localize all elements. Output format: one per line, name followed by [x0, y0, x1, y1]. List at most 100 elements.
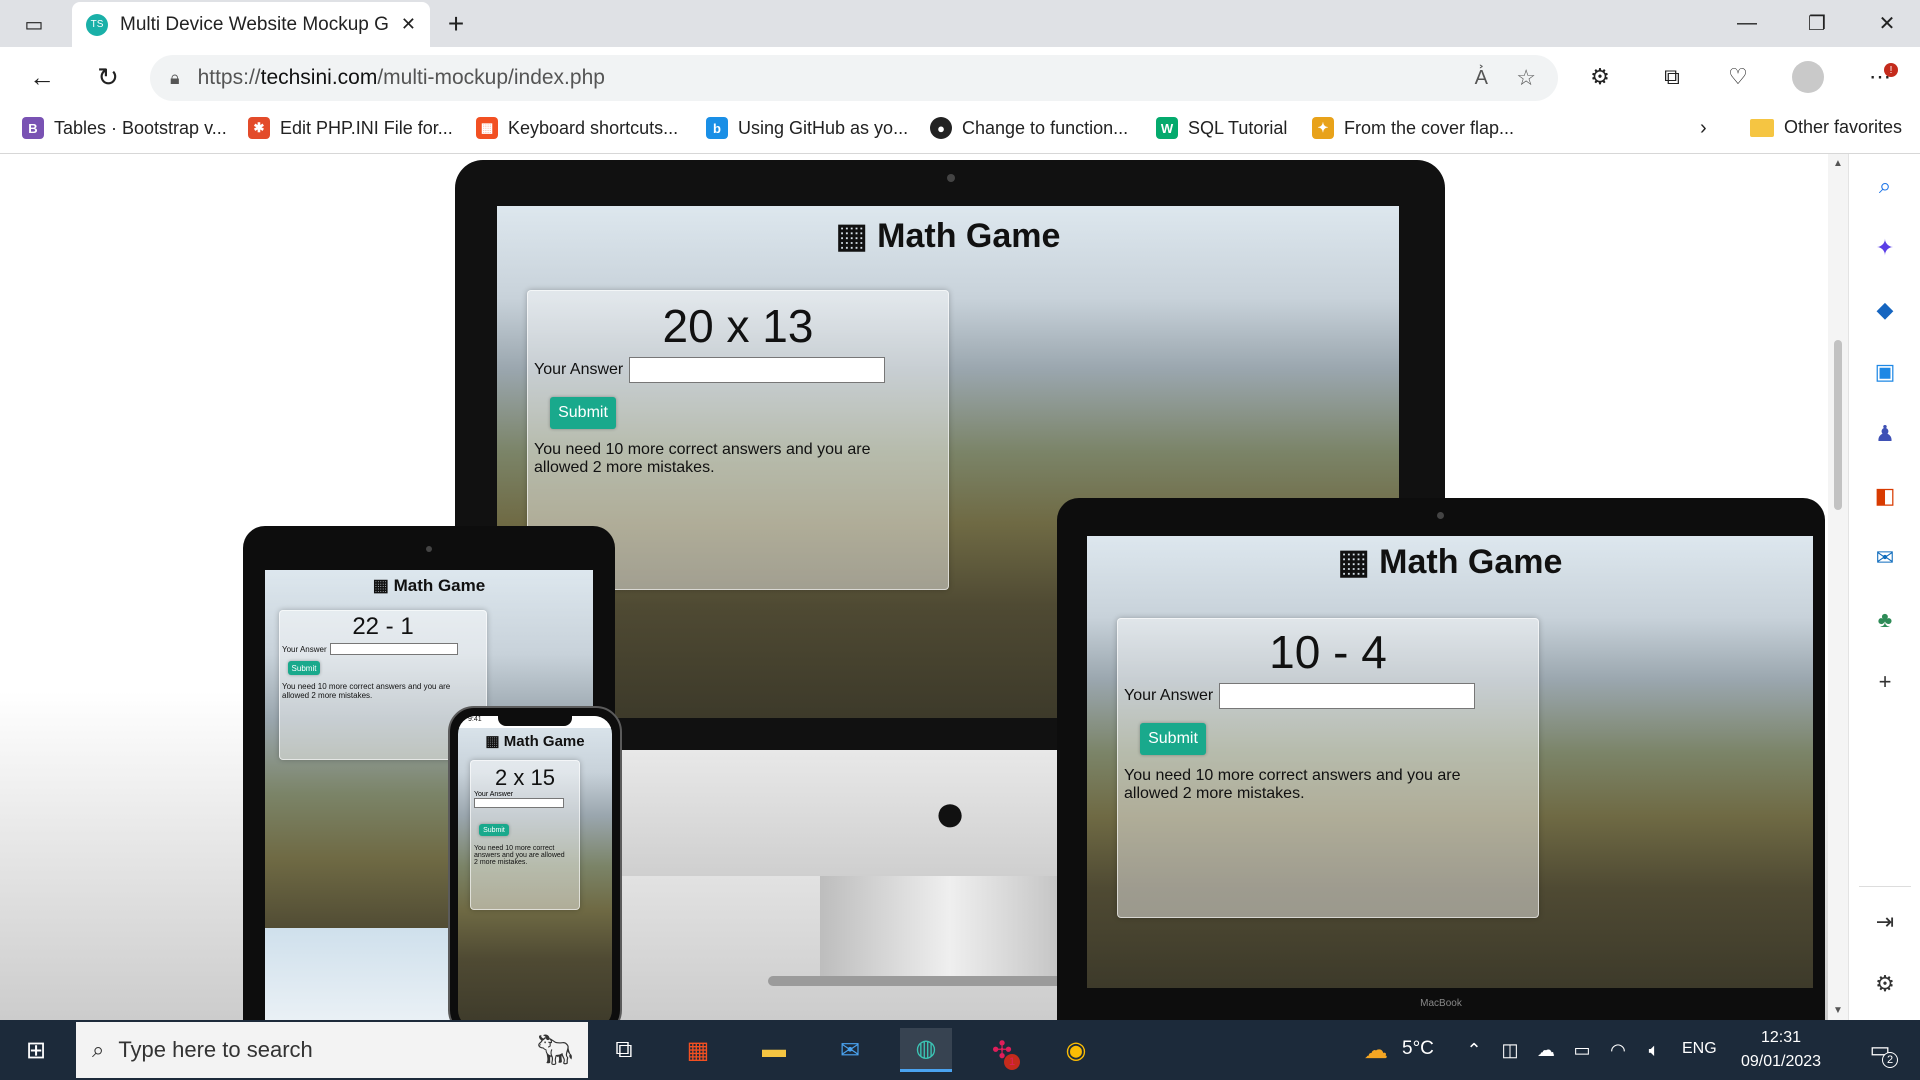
bookmarks-overflow-chevron-icon[interactable]: › — [1700, 117, 1707, 140]
ipad-app-title: ▦ Math Game — [372, 576, 486, 595]
iphone-status-bar: 9:41 — [458, 716, 612, 728]
taskbar-search-box[interactable]: ⌕ Type here to search 🐂︎ — [76, 1022, 588, 1078]
iphone-submit-button[interactable]: Submit — [479, 824, 509, 836]
restore-icon[interactable]: ❐ — [1782, 0, 1852, 47]
imac-stand — [820, 876, 1080, 982]
taskbar: ⊞ ⌕ Type here to search 🐂︎ ⧉ ▦ ▬ ✉ ◍ ✣ 1 … — [0, 1020, 1920, 1080]
add-sidebar-app-icon[interactable]: + — [1867, 664, 1903, 700]
volume-icon[interactable]: 🔈︎ — [1634, 1028, 1674, 1072]
favorite-star-icon[interactable]: ☆ — [1516, 65, 1536, 91]
battery-icon[interactable]: ▭ — [1562, 1028, 1602, 1072]
imac-submit-button[interactable]: Submit — [550, 397, 616, 429]
url-prefix: https:// — [197, 66, 261, 89]
refresh-icon[interactable]: ↻ — [88, 57, 128, 97]
sidebar-settings-gear-icon[interactable]: ⚙ — [1867, 966, 1903, 1002]
tools-briefcase-icon[interactable]: ▣ — [1867, 354, 1903, 390]
lock-icon: 🔒︎ — [170, 67, 180, 88]
shopping-tag-icon[interactable]: ◆ — [1867, 292, 1903, 328]
site-favicon-icon: TS — [86, 13, 108, 36]
tab-close-icon[interactable]: ✕ — [401, 14, 416, 35]
bing-icon: b — [706, 117, 728, 139]
edge-sidebar: ⌕ ✦ ◆ ▣ ♟ ◧ ✉ ♣ + ⇥ ⚙ — [1848, 154, 1920, 1020]
iphone-screen: 9:41 ▦ Math Game 2 x 15 Your Answer Subm… — [458, 716, 612, 1020]
macbook-answer-input[interactable] — [1219, 683, 1476, 709]
bookmark-item[interactable]: ✦ From the cover flap... — [1312, 117, 1514, 139]
hide-sidebar-icon[interactable]: ⇥ — [1867, 904, 1903, 940]
scroll-up-arrow-icon[interactable]: ▲ — [1833, 158, 1843, 169]
notifications-icon[interactable]: ▭ 2 — [1854, 1028, 1906, 1072]
edge-browser-icon[interactable]: ◍ — [900, 1028, 952, 1072]
weather-icon[interactable]: ☁ — [1350, 1028, 1402, 1072]
ipad-submit-button[interactable]: Submit — [288, 661, 320, 675]
bookmark-item[interactable]: ▦ Keyboard shortcuts... — [476, 117, 678, 139]
search-icon[interactable]: ⌕ — [1867, 168, 1903, 204]
bookmark-item[interactable]: B Tables · Bootstrap v... — [22, 117, 227, 139]
address-bar[interactable]: 🔒︎ https://techsini.com/multi-mockup/ind… — [150, 55, 1558, 101]
bootstrap-icon: B — [22, 117, 44, 139]
tab-actions-icon[interactable]: ▭ — [16, 6, 52, 42]
clock[interactable]: 12:31 09/01/2023 — [1726, 1026, 1836, 1074]
other-favorites-label: Other favorites — [1784, 117, 1903, 137]
macbook-game-panel: 10 - 4 Your Answer Submit You need 10 mo… — [1117, 618, 1539, 918]
sidebar-divider — [1859, 886, 1911, 887]
apple-logo-icon: ● — [933, 783, 967, 843]
discover-sparkle-icon[interactable]: ✦ — [1867, 230, 1903, 266]
bookmark-item[interactable]: ● Change to function... — [930, 117, 1128, 139]
active-tab[interactable]: TS Multi Device Website Mockup Ge ✕ — [72, 2, 430, 47]
bookmark-item[interactable]: ✱ Edit PHP.INI File for... — [248, 117, 453, 139]
iphone-question: 2 x 15 — [495, 765, 555, 790]
iphone-answer-label: Your Answer — [474, 791, 514, 798]
imac-answer-label: Your Answer — [534, 361, 624, 378]
mail-icon[interactable]: ✉ — [824, 1028, 876, 1072]
slack-icon[interactable]: ✣ 1 — [976, 1028, 1028, 1072]
bookmark-label: Change to function... — [962, 117, 1129, 138]
close-window-icon[interactable]: ✕ — [1852, 0, 1920, 47]
performance-icon[interactable]: ♡ — [1718, 57, 1758, 97]
back-icon[interactable]: ← — [22, 57, 62, 97]
language-indicator[interactable]: ENG — [1682, 1040, 1717, 1058]
scrollbar-thumb[interactable] — [1834, 340, 1842, 510]
minimize-icon[interactable]: — — [1712, 0, 1782, 47]
file-explorer-icon[interactable]: ▬ — [748, 1028, 800, 1072]
office-icon[interactable]: ◧ — [1867, 478, 1903, 514]
drop-tree-icon[interactable]: ♣ — [1867, 602, 1903, 638]
iphone-mockup: 9:41 ▦ Math Game 2 x 15 Your Answer Subm… — [448, 706, 622, 1020]
bookmark-item[interactable]: b Using GitHub as yo... — [706, 117, 908, 139]
bookmark-label: Keyboard shortcuts... — [508, 117, 679, 138]
extensions-icon[interactable]: ⚙ — [1580, 57, 1620, 97]
macbook-question: 10 - 4 — [1269, 626, 1387, 678]
page-scrollbar[interactable]: ▲ ▼ — [1828, 154, 1848, 1020]
ipad-question: 22 - 1 — [352, 613, 414, 640]
microsoft-store-icon[interactable]: ▦ — [672, 1028, 724, 1072]
iphone-game-panel: 2 x 15 Your Answer Submit You need 10 mo… — [470, 760, 580, 910]
notification-count: 2 — [1882, 1052, 1898, 1068]
bookmark-item[interactable]: W SQL Tutorial — [1156, 117, 1287, 139]
title-bar: ▭ TS Multi Device Website Mockup Ge ✕ + … — [0, 0, 1920, 47]
show-hidden-icons-chevron-icon[interactable]: ⌃ — [1454, 1028, 1494, 1072]
new-tab-icon[interactable]: + — [438, 6, 474, 42]
joomla-icon: ✱ — [248, 117, 270, 139]
games-icon[interactable]: ♟ — [1867, 416, 1903, 452]
w3schools-icon: W — [1156, 117, 1178, 139]
ipad-answer-label: Your Answer — [282, 644, 327, 654]
iphone-status-message: You need 10 more correct answers and you… — [474, 844, 565, 866]
collections-icon[interactable]: ⧉ — [1652, 57, 1692, 97]
navigation-bar: ← ↻ 🔒︎ https://techsini.com/multi-mockup… — [0, 47, 1920, 107]
macbook-submit-button[interactable]: Submit — [1140, 723, 1206, 755]
chrome-icon[interactable]: ◉ — [1050, 1028, 1102, 1072]
windows-start-icon[interactable]: ⊞ — [10, 1028, 62, 1072]
outlook-icon[interactable]: ✉ — [1867, 540, 1903, 576]
wifi-icon[interactable]: ◠ — [1598, 1028, 1638, 1072]
url-path: /multi-mockup/index.php — [377, 66, 605, 89]
ipad-answer-input[interactable] — [329, 643, 458, 655]
meet-now-icon[interactable]: ◫ — [1490, 1028, 1530, 1072]
task-view-icon[interactable]: ⧉ — [598, 1028, 650, 1072]
profile-avatar[interactable] — [1788, 57, 1828, 97]
more-menu-icon[interactable]: ⋯! — [1860, 57, 1900, 97]
imac-answer-input[interactable] — [629, 357, 886, 383]
read-aloud-icon[interactable]: A͐ — [1475, 67, 1488, 90]
onedrive-cloud-icon[interactable]: ☁ — [1526, 1028, 1566, 1072]
iphone-answer-input[interactable] — [474, 798, 564, 808]
scroll-down-arrow-icon[interactable]: ▼ — [1833, 1005, 1843, 1016]
other-favorites[interactable]: Other favorites — [1750, 117, 1902, 138]
